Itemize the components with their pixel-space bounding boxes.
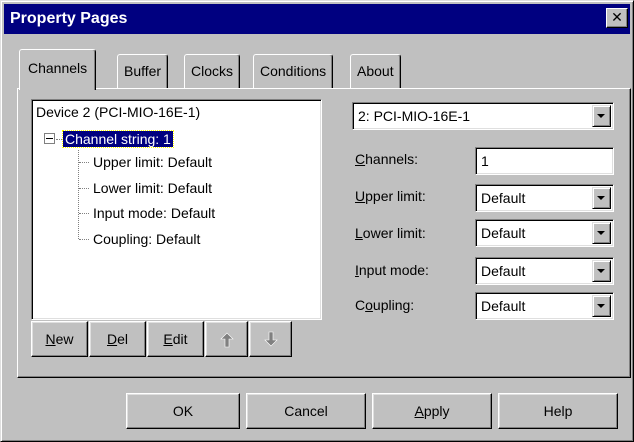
new-button[interactable]: New bbox=[31, 321, 88, 357]
close-button[interactable]: ✕ bbox=[606, 8, 628, 28]
tree-node-channel-string[interactable]: Channel string: 1 bbox=[62, 129, 174, 149]
collapse-icon[interactable] bbox=[44, 133, 55, 144]
device-select[interactable]: 2: PCI-MIO-16E-1 bbox=[352, 102, 614, 130]
tab-conditions[interactable]: Conditions bbox=[253, 54, 334, 88]
arrow-up-icon bbox=[220, 332, 234, 348]
coupling-label-mnemonic: o bbox=[365, 297, 373, 313]
channels-input-value: 1 bbox=[481, 153, 489, 169]
upper-limit-select[interactable]: Default bbox=[475, 184, 614, 212]
chevron-down-icon[interactable] bbox=[592, 222, 611, 244]
device-select-value: 2: PCI-MIO-16E-1 bbox=[358, 108, 471, 124]
move-down-button[interactable] bbox=[249, 321, 292, 357]
lower-limit-select[interactable]: Default bbox=[475, 219, 614, 247]
tab-channels-label: Channels bbox=[28, 60, 88, 76]
edit-button-label: dit bbox=[172, 331, 188, 347]
tree-connector bbox=[79, 188, 89, 189]
tree-node-upper-limit[interactable]: Upper limit: Default bbox=[93, 152, 212, 172]
new-button-label: ew bbox=[55, 331, 74, 347]
lower-limit-label-mnemonic: L bbox=[355, 225, 363, 241]
chevron-down-icon[interactable] bbox=[592, 260, 611, 282]
tab-about[interactable]: About bbox=[350, 54, 401, 88]
input-mode-value: Default bbox=[481, 263, 526, 279]
lower-limit-label: Lower limit: bbox=[355, 225, 426, 241]
input-mode-label-text: nput mode: bbox=[358, 262, 429, 278]
ok-button[interactable]: OK bbox=[126, 393, 240, 429]
help-button[interactable]: Help bbox=[498, 393, 618, 429]
tree-root-device[interactable]: Device 2 (PCI-MIO-16E-1) bbox=[36, 102, 200, 122]
title-bar[interactable]: Property Pages ✕ bbox=[4, 4, 630, 34]
chevron-down-icon[interactable] bbox=[592, 295, 611, 317]
tab-about-label: About bbox=[357, 63, 394, 79]
channels-input[interactable]: 1 bbox=[475, 147, 614, 175]
arrow-down-icon bbox=[264, 331, 278, 347]
lower-limit-value: Default bbox=[481, 225, 526, 241]
coupling-label: Coupling: bbox=[355, 297, 414, 313]
upper-limit-label: Upper limit: bbox=[355, 188, 426, 204]
coupling-label-text: upling: bbox=[372, 297, 415, 313]
cancel-button-label: Cancel bbox=[284, 403, 328, 419]
channels-label: Channels: bbox=[355, 151, 418, 167]
lower-limit-label-text: ower limit: bbox=[362, 225, 426, 241]
coupling-select[interactable]: Default bbox=[475, 292, 614, 320]
edit-button[interactable]: Edit bbox=[147, 321, 204, 357]
chevron-down-icon[interactable] bbox=[592, 105, 611, 127]
tree-node-coupling[interactable]: Coupling: Default bbox=[93, 229, 200, 249]
upper-limit-value: Default bbox=[481, 190, 526, 206]
del-button-mnemonic: D bbox=[106, 331, 118, 347]
tree-node-channel-string-label: Channel string: 1 bbox=[62, 130, 174, 148]
tab-conditions-label: Conditions bbox=[260, 63, 327, 79]
apply-button[interactable]: Apply bbox=[372, 393, 492, 429]
help-button-label: Help bbox=[543, 403, 573, 419]
tree-connector bbox=[56, 139, 62, 140]
cancel-button[interactable]: Cancel bbox=[246, 393, 366, 429]
tree-connector bbox=[79, 213, 89, 214]
tab-clocks-label: Clocks bbox=[191, 63, 234, 79]
channels-tab-panel: Device 2 (PCI-MIO-16E-1) Channel string:… bbox=[17, 88, 631, 378]
tab-channels[interactable]: Channels bbox=[19, 49, 97, 90]
apply-button-label: pply bbox=[423, 403, 450, 419]
move-up-button[interactable] bbox=[205, 321, 248, 357]
coupling-value: Default bbox=[481, 298, 526, 314]
property-pages-window: Property Pages ✕ Channels Buffer Clocks … bbox=[0, 0, 634, 442]
tab-clocks[interactable]: Clocks bbox=[184, 54, 241, 88]
coupling-label-prefix: C bbox=[355, 297, 366, 313]
channels-label-mnemonic: C bbox=[355, 151, 366, 167]
tree-connector bbox=[79, 162, 89, 163]
tree-node-input-mode[interactable]: Input mode: Default bbox=[93, 203, 215, 223]
input-mode-label: Input mode: bbox=[355, 262, 429, 278]
tree-connector bbox=[79, 239, 89, 240]
tab-buffer[interactable]: Buffer bbox=[117, 54, 169, 88]
upper-limit-label-mnemonic: U bbox=[355, 188, 366, 204]
new-button-mnemonic: N bbox=[45, 331, 56, 347]
edit-button-mnemonic: E bbox=[163, 331, 173, 347]
chevron-down-icon[interactable] bbox=[592, 187, 611, 209]
window-title: Property Pages bbox=[10, 10, 128, 27]
tab-buffer-label: Buffer bbox=[124, 63, 162, 79]
upper-limit-label-text: pper limit: bbox=[365, 188, 426, 204]
channel-tree[interactable]: Device 2 (PCI-MIO-16E-1) Channel string:… bbox=[31, 99, 322, 320]
close-icon: ✕ bbox=[611, 9, 623, 25]
tree-node-lower-limit[interactable]: Lower limit: Default bbox=[93, 178, 212, 198]
del-button[interactable]: Del bbox=[89, 321, 146, 357]
apply-button-mnemonic: A bbox=[414, 403, 424, 419]
tree-vertical-line bbox=[78, 150, 79, 239]
input-mode-select[interactable]: Default bbox=[475, 257, 614, 285]
channels-label-text: hannels: bbox=[365, 151, 419, 167]
ok-button-label: OK bbox=[172, 403, 194, 419]
del-button-label: el bbox=[117, 331, 129, 347]
